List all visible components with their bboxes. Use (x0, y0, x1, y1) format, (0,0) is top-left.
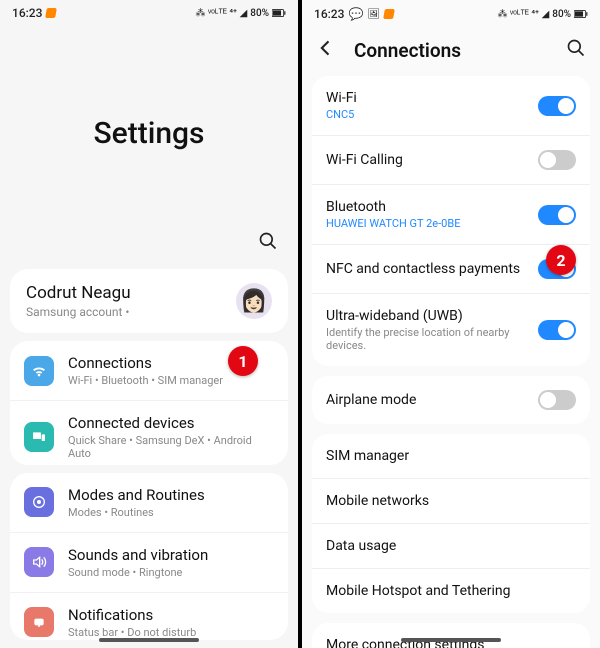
item-title: Modes and Routines (68, 486, 274, 504)
page-title: Settings (0, 116, 298, 151)
status-signal: ⁂ ᵛᵒᴸᵀᴱ ⁴⁺ ◢ (497, 9, 549, 20)
annotation-badge-2: 2 (546, 245, 576, 275)
status-bar: 16:23 💬 🖼 ⁂ ᵛᵒᴸᵀᴱ ⁴⁺ ◢ 80% (302, 0, 600, 28)
row-title: Wi-Fi (326, 90, 528, 106)
row-airplane-mode[interactable]: Airplane mode (312, 376, 590, 424)
header: Connections (302, 28, 600, 76)
picture-icon: 🖼 (367, 9, 380, 20)
item-title: Sounds and vibration (68, 546, 274, 564)
annotation-badge-1: 1 (228, 346, 258, 376)
row-title: Airplane mode (326, 392, 528, 408)
search-icon[interactable] (566, 38, 586, 62)
row-title: Bluetooth (326, 199, 528, 215)
home-indicator[interactable] (99, 638, 199, 642)
toggle[interactable] (538, 96, 576, 116)
status-time: 16:23 (314, 7, 344, 21)
status-bar: 16:23 ⁂ ᵛᵒᴸᵀᴱ ⁴⁺ ◢ 80% (0, 0, 298, 26)
battery-icon (272, 7, 286, 19)
account-sub: Samsung account • (26, 305, 131, 319)
row-title: Ultra-wideband (UWB) (326, 308, 528, 324)
search-icon[interactable] (258, 231, 278, 255)
row-wi-fi[interactable]: Wi-Fi CNC5 (312, 76, 590, 136)
home-indicator[interactable] (401, 638, 501, 642)
row-title: NFC and contactless payments (326, 261, 528, 277)
row-more-connection-settings[interactable]: More connection settings (312, 623, 590, 648)
item-sub: Modes • Routines (68, 506, 274, 519)
header-title: Connections (354, 39, 548, 62)
toggle[interactable] (538, 390, 576, 410)
item-title: Notifications (68, 606, 274, 624)
settings-item-sounds-and-vibration[interactable]: Sounds and vibration Sound mode • Ringto… (10, 532, 288, 592)
back-button[interactable] (316, 38, 336, 62)
item-sub: Wi-Fi • Bluetooth • SIM manager (68, 374, 274, 387)
row-title: Mobile networks (326, 493, 576, 509)
row-title: SIM manager (326, 448, 576, 464)
recording-dot-icon (383, 9, 395, 19)
account-name: Codrut Neagu (26, 283, 131, 303)
settings-item-modes-and-routines[interactable]: Modes and Routines Modes • Routines (10, 473, 288, 532)
row-title: Data usage (326, 538, 576, 554)
row-bluetooth[interactable]: Bluetooth HUAWEI WATCH GT 2e-0BE (312, 185, 590, 245)
sound-icon (24, 547, 54, 577)
item-sub: Status bar • Do not disturb (68, 626, 274, 639)
account-card[interactable]: Codrut Neagu Samsung account • 👩🏻 (10, 269, 288, 333)
status-signal: ⁂ ᵛᵒᴸᵀᴱ ⁴⁺ ◢ (195, 8, 247, 19)
row-sim-manager[interactable]: SIM manager (312, 434, 590, 479)
devices-icon (24, 422, 54, 452)
row-ultra-wideband-uwb-[interactable]: Ultra-wideband (UWB) Identify the precise… (312, 294, 590, 366)
status-battery: 80% (250, 8, 269, 19)
row-sub: HUAWEI WATCH GT 2e-0BE (326, 217, 528, 230)
toggle[interactable] (538, 150, 576, 170)
row-wi-fi-calling[interactable]: Wi-Fi Calling (312, 136, 590, 185)
toggle[interactable] (538, 320, 576, 340)
routines-icon (24, 487, 54, 517)
bell-icon (24, 607, 54, 637)
battery-icon (574, 8, 588, 20)
item-title: Connected devices (68, 414, 274, 432)
status-battery: 80% (552, 9, 571, 20)
row-data-usage[interactable]: Data usage (312, 524, 590, 569)
row-mobile-hotspot-and-tethering[interactable]: Mobile Hotspot and Tethering (312, 569, 590, 613)
status-time: 16:23 (12, 6, 42, 20)
toggle[interactable] (538, 205, 576, 225)
row-title: Mobile Hotspot and Tethering (326, 583, 576, 599)
row-mobile-networks[interactable]: Mobile networks (312, 479, 590, 524)
row-title: Wi-Fi Calling (326, 152, 528, 168)
row-sub: Identify the precise location of nearby … (326, 326, 528, 352)
settings-item-connected-devices[interactable]: Connected devices Quick Share • Samsung … (10, 400, 288, 464)
avatar: 👩🏻 (236, 283, 272, 319)
settings-item-notifications[interactable]: Notifications Status bar • Do not distur… (10, 592, 288, 640)
item-sub: Sound mode • Ringtone (68, 566, 274, 579)
wifi-icon (24, 356, 54, 386)
item-sub: Quick Share • Samsung DeX • Android Auto (68, 434, 274, 460)
recording-dot-icon (46, 8, 58, 18)
whatsapp-icon: 💬 (348, 7, 363, 21)
row-sub: CNC5 (326, 108, 528, 121)
